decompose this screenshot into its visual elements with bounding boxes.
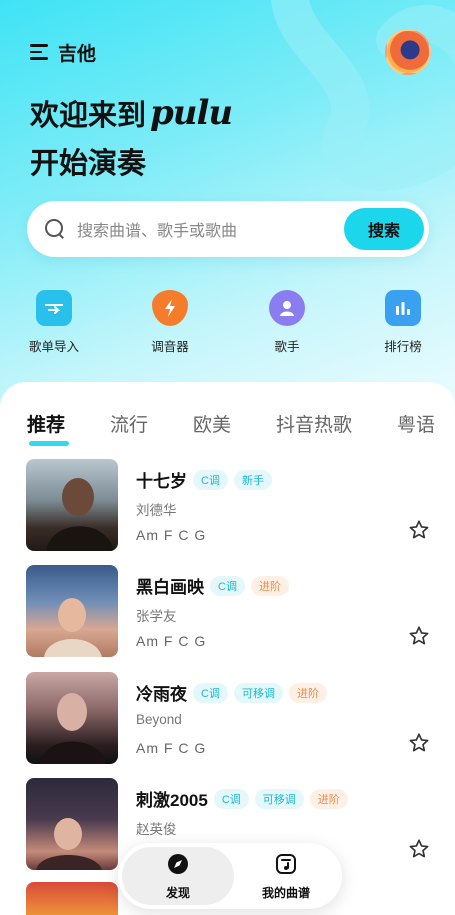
level-tag: 新手 <box>233 469 272 490</box>
quick-action-playlist-import[interactable]: 歌单导入 <box>14 290 94 355</box>
search-bar: 搜索曲谱、歌手或歌曲 搜索 <box>27 201 429 257</box>
bar-chart-icon <box>385 290 421 326</box>
tab-recommended[interactable]: 推荐 <box>27 410 70 446</box>
list-item[interactable]: 黑白画映 C调 进阶 张学友 Am F C G <box>26 565 436 657</box>
album-cover <box>26 459 118 551</box>
bolt-shield-icon <box>152 290 188 326</box>
quick-action-label: 排行榜 <box>384 340 422 354</box>
quick-action-charts[interactable]: 排行榜 <box>363 290 443 355</box>
album-cover <box>26 565 118 657</box>
quick-action-label: 调音器 <box>151 340 189 354</box>
nav-my-sheets-label: 我的曲谱 <box>261 886 310 900</box>
brand-logo: pulu <box>150 93 233 133</box>
song-artist: Beyond <box>136 712 182 727</box>
song-title: 冷雨夜 <box>136 685 187 704</box>
welcome-prefix: 欢迎来到 <box>30 100 147 132</box>
quick-action-artists[interactable]: 歌手 <box>247 290 327 355</box>
nav-discover[interactable]: 发现 <box>122 853 234 901</box>
tab-douyin-hits[interactable]: 抖音热歌 <box>276 410 352 440</box>
avatar[interactable] <box>385 29 431 75</box>
quick-action-label: 歌单导入 <box>28 340 79 354</box>
song-chords: Am F C G <box>136 527 207 543</box>
transpose-tag: 可移调 <box>254 788 304 809</box>
music-sheet-icon <box>276 854 296 874</box>
search-button[interactable]: 搜索 <box>344 208 424 250</box>
star-icon[interactable] <box>408 625 430 647</box>
folder-import-icon <box>36 290 72 326</box>
nav-discover-label: 发现 <box>165 886 190 900</box>
transpose-tag: 可移调 <box>233 682 283 703</box>
song-artist: 刘德华 <box>136 503 177 518</box>
list-item[interactable]: 冷雨夜 C调 可移调 进阶 Beyond Am F C G <box>26 672 436 764</box>
album-cover <box>26 882 118 915</box>
tab-cantonese[interactable]: 粤语 <box>397 410 435 440</box>
user-icon <box>269 290 305 326</box>
song-chords: Am F C G <box>136 740 207 756</box>
song-title: 刺激2005 <box>136 791 208 810</box>
album-cover <box>26 778 118 870</box>
tab-western[interactable]: 欧美 <box>193 410 231 440</box>
app-title: 吉他 <box>58 43 97 65</box>
album-cover <box>26 672 118 764</box>
top-bar: 吉他 <box>30 29 431 75</box>
compass-icon <box>168 854 188 874</box>
quick-action-label: 歌手 <box>274 340 300 354</box>
star-icon[interactable] <box>408 519 430 541</box>
song-title: 黑白画映 <box>136 578 204 597</box>
key-tag: C调 <box>213 788 249 809</box>
quick-action-tuner[interactable]: 调音器 <box>130 290 210 355</box>
bottom-nav: 发现 我的曲谱 <box>118 843 342 909</box>
key-tag: C调 <box>210 575 245 596</box>
welcome-heading: 欢迎来到 pulu 开始演奏 <box>30 92 233 182</box>
key-tag: C调 <box>193 469 228 490</box>
quick-actions: 歌单导入 调音器 歌手 排行榜 <box>0 290 455 360</box>
category-tabs: 推荐 流行 欧美 抖音热歌 粤语 <box>27 410 435 446</box>
list-item[interactable]: 十七岁 C调 新手 刘德华 Am F C G <box>26 459 436 551</box>
key-tag: C调 <box>193 682 228 703</box>
star-icon[interactable] <box>408 838 430 860</box>
menu-icon[interactable] <box>30 44 48 60</box>
nav-my-sheets[interactable]: 我的曲谱 <box>230 853 342 901</box>
song-artist: 张学友 <box>136 609 177 624</box>
star-icon[interactable] <box>408 732 430 754</box>
song-chords: Am F C G <box>136 633 207 649</box>
level-tag: 进阶 <box>309 788 348 809</box>
song-artist: 赵英俊 <box>136 822 177 837</box>
search-icon <box>45 219 65 239</box>
song-title: 十七岁 <box>136 472 187 491</box>
level-tag: 进阶 <box>288 682 327 703</box>
welcome-subtitle: 开始演奏 <box>30 148 147 180</box>
level-tag: 进阶 <box>250 575 289 596</box>
tab-pop[interactable]: 流行 <box>110 410 148 440</box>
